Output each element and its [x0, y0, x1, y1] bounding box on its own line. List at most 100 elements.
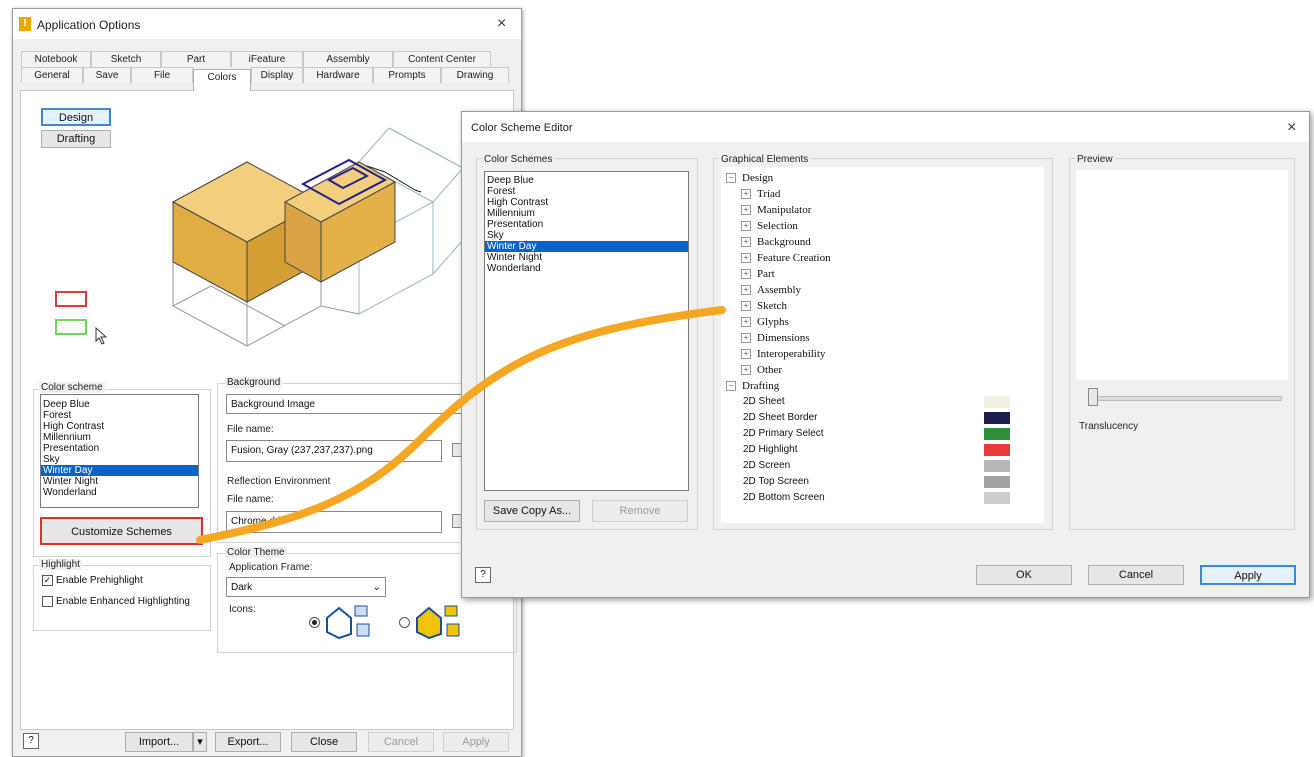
expand-icon[interactable]: + [741, 365, 751, 376]
translucency-slider-thumb[interactable] [1088, 388, 1098, 406]
collapse-icon[interactable]: − [726, 173, 736, 184]
import-button[interactable]: Import... [125, 732, 193, 752]
tree-item-triad[interactable]: + Triad [741, 186, 780, 202]
drafting-item[interactable]: 2D Bottom Screen [743, 490, 825, 506]
help-icon[interactable]: ? [23, 733, 39, 749]
drafting-item[interactable]: 2D Top Screen [743, 474, 809, 490]
refl-file-name-field[interactable]: Chrome.dds [226, 511, 442, 533]
application-frame-select[interactable]: Dark ⌄ [226, 577, 386, 597]
list-item[interactable]: High Contrast [485, 197, 688, 208]
tab-part[interactable]: Part [161, 51, 231, 67]
list-item[interactable]: Wonderland [485, 263, 688, 274]
tree-item-sketch[interactable]: + Sketch [741, 298, 787, 314]
tab-sketch[interactable]: Sketch [91, 51, 161, 67]
expand-icon[interactable]: + [741, 205, 751, 216]
drafting-item[interactable]: 2D Sheet Border [743, 410, 818, 426]
list-item[interactable]: Wonderland [41, 487, 198, 498]
expand-icon[interactable]: + [741, 189, 751, 200]
design-button[interactable]: Design [41, 108, 111, 126]
list-item[interactable]: Forest [41, 410, 198, 421]
color-swatch[interactable] [984, 460, 1010, 472]
drafting-item[interactable]: 2D Sheet [743, 394, 785, 410]
tab-assembly[interactable]: Assembly [303, 51, 393, 67]
tab-display[interactable]: Display [251, 67, 303, 83]
enable-enhanced-highlighting-checkbox[interactable] [42, 596, 53, 607]
enable-prehighlight-checkbox[interactable]: ✓ [42, 575, 53, 586]
tree-item-glyphs[interactable]: + Glyphs [741, 314, 789, 330]
drafting-item[interactable]: 2D Primary Select [743, 426, 824, 442]
tab-prompts[interactable]: Prompts [373, 67, 441, 83]
list-item[interactable]: Sky [41, 454, 198, 465]
cancel-button[interactable]: Cancel [1088, 565, 1184, 585]
expand-icon[interactable]: + [741, 333, 751, 344]
bg-file-name-field[interactable]: Fusion, Gray (237,237,237).png [226, 440, 442, 462]
tab-content-center[interactable]: Content Center [393, 51, 491, 67]
color-scheme-list[interactable]: Deep Blue Forest High Contrast Millennium Pr… [40, 394, 199, 508]
list-item[interactable]: Winter Night [485, 252, 688, 263]
tree-item-other[interactable]: + Other [741, 362, 782, 378]
tab-ifeature[interactable]: iFeature [231, 51, 303, 67]
icons-option-1-radio[interactable] [309, 617, 320, 628]
list-item[interactable]: Winter Day [485, 241, 688, 252]
remove-button[interactable]: Remove [592, 500, 688, 522]
apply-button[interactable]: Apply [1200, 565, 1296, 585]
import-dropdown-icon[interactable]: ▾ [193, 732, 207, 752]
tree-item-design[interactable]: − Design [726, 170, 773, 186]
list-item[interactable]: Presentation [485, 219, 688, 230]
drafting-item[interactable]: 2D Highlight [743, 442, 797, 458]
list-item[interactable]: Winter Night [41, 476, 198, 487]
tab-notebook[interactable]: Notebook [21, 51, 91, 67]
tree-item-manipulator[interactable]: + Manipulator [741, 202, 811, 218]
expand-icon[interactable]: + [741, 237, 751, 248]
tree-item-assembly[interactable]: + Assembly [741, 282, 801, 298]
tab-colors[interactable]: Colors [193, 69, 251, 91]
color-schemes-list[interactable]: Deep Blue Forest High Contrast Millennium Pr… [484, 171, 689, 491]
tab-hardware[interactable]: Hardware [303, 67, 373, 83]
tree-item-dimensions[interactable]: + Dimensions [741, 330, 810, 346]
save-copy-as-button[interactable]: Save Copy As... [484, 500, 580, 522]
expand-icon[interactable]: + [741, 269, 751, 280]
expand-icon[interactable]: + [741, 301, 751, 312]
list-item[interactable]: Millennium [41, 432, 198, 443]
color-swatch[interactable] [984, 412, 1010, 424]
drafting-item[interactable]: 2D Screen [743, 458, 790, 474]
tree-item-interoperability[interactable]: + Interoperability [741, 346, 825, 362]
expand-icon[interactable]: + [741, 221, 751, 232]
expand-icon[interactable]: + [741, 253, 751, 264]
color-swatch[interactable] [984, 428, 1010, 440]
list-item[interactable]: Deep Blue [485, 175, 688, 186]
list-item[interactable]: Forest [485, 186, 688, 197]
export-button[interactable]: Export... [215, 732, 281, 752]
tab-file[interactable]: File [131, 67, 193, 83]
list-item[interactable]: Presentation [41, 443, 198, 454]
drafting-button[interactable]: Drafting [41, 130, 111, 148]
color-swatch[interactable] [984, 396, 1010, 408]
expand-icon[interactable]: + [741, 349, 751, 360]
close-icon[interactable]: × [497, 15, 506, 33]
list-item[interactable]: Deep Blue [41, 399, 198, 410]
tab-drawing[interactable]: Drawing [441, 67, 509, 83]
color-swatch[interactable] [984, 476, 1010, 488]
color-swatch[interactable] [984, 492, 1010, 504]
tab-save[interactable]: Save [83, 67, 131, 83]
tree-item-part[interactable]: + Part [741, 266, 775, 282]
list-item[interactable]: Sky [485, 230, 688, 241]
tree-item-feature-creation[interactable]: + Feature Creation [741, 250, 831, 266]
tree-item-background[interactable]: + Background [741, 234, 811, 250]
tree-item-selection[interactable]: + Selection [741, 218, 798, 234]
list-item[interactable]: Millennium [485, 208, 688, 219]
ok-button[interactable]: OK [976, 565, 1072, 585]
tree-item-drafting[interactable]: − Drafting [726, 378, 779, 394]
color-swatch[interactable] [984, 444, 1010, 456]
cancel-button[interactable]: Cancel [368, 732, 434, 752]
icons-option-2-radio[interactable] [399, 617, 410, 628]
close-icon[interactable]: × [1287, 119, 1296, 137]
customize-schemes-button[interactable]: Customize Schemes [40, 517, 203, 545]
help-icon[interactable]: ? [475, 567, 491, 583]
tab-general[interactable]: General [21, 67, 83, 83]
close-button[interactable]: Close [291, 732, 357, 752]
background-select[interactable]: Background Image [226, 394, 476, 414]
translucency-slider-track[interactable] [1090, 396, 1282, 401]
apply-button[interactable]: Apply [443, 732, 509, 752]
list-item[interactable]: Winter Day [41, 465, 198, 476]
